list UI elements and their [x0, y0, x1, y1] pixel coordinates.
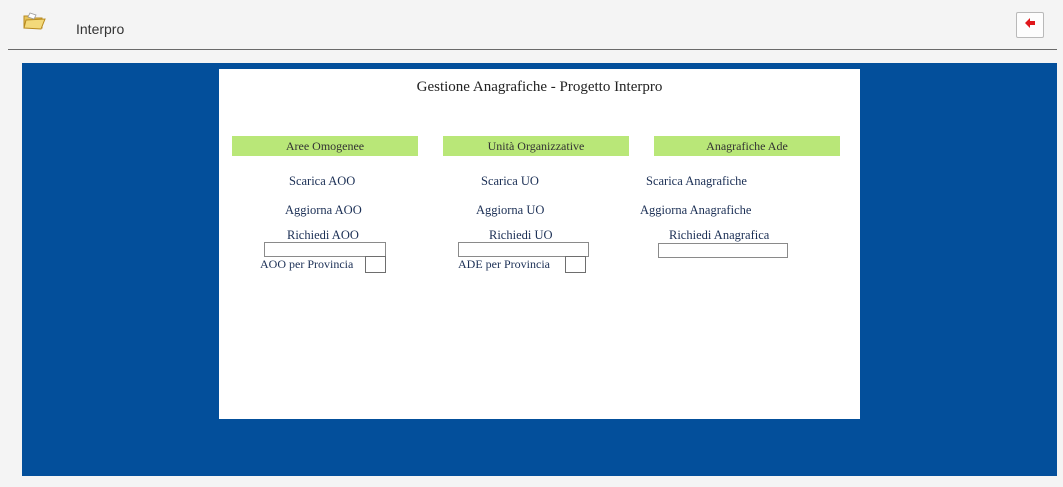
aoo-per-provincia-label: AOO per Provincia: [260, 257, 354, 271]
scarica-aoo-link[interactable]: Scarica AOO: [289, 174, 355, 189]
ade-per-provincia-checkbox[interactable]: [565, 256, 586, 273]
folder-open-icon: [22, 11, 46, 31]
section-header-uo: Unità Organizzative: [443, 136, 629, 156]
management-panel: Gestione Anagrafiche - Progetto Interpro…: [219, 69, 860, 419]
exit-icon: [1024, 16, 1036, 34]
aoo-code-input[interactable]: [264, 242, 386, 257]
aoo-per-provincia-checkbox[interactable]: [365, 256, 386, 273]
panel-title: Gestione Anagrafiche - Progetto Interpro: [416, 79, 663, 95]
app-title: Interpro: [76, 21, 125, 37]
richiedi-aoo-link[interactable]: Richiedi AOO: [287, 228, 359, 243]
richiedi-uo-link[interactable]: Richiedi UO: [489, 228, 553, 243]
aggiorna-aoo-link[interactable]: Aggiorna AOO: [285, 203, 362, 218]
exit-button[interactable]: [1016, 12, 1044, 38]
richiedi-anagrafica-link[interactable]: Richiedi Anagrafica: [669, 228, 769, 243]
uo-code-input[interactable]: [458, 242, 589, 257]
title-bar: [8, 8, 1057, 50]
scarica-uo-link[interactable]: Scarica UO: [481, 174, 539, 189]
header-divider: [8, 49, 1057, 50]
ade-per-provincia-label: ADE per Provincia: [458, 257, 550, 271]
section-header-ade: Anagrafiche Ade: [654, 136, 840, 156]
section-header-aoo: Aree Omogenee: [232, 136, 418, 156]
aggiorna-anagrafiche-link[interactable]: Aggiorna Anagrafiche: [640, 203, 751, 218]
aggiorna-uo-link[interactable]: Aggiorna UO: [476, 203, 544, 218]
anagrafica-code-input[interactable]: [658, 243, 788, 258]
scarica-anagrafiche-link[interactable]: Scarica Anagrafiche: [646, 174, 747, 189]
